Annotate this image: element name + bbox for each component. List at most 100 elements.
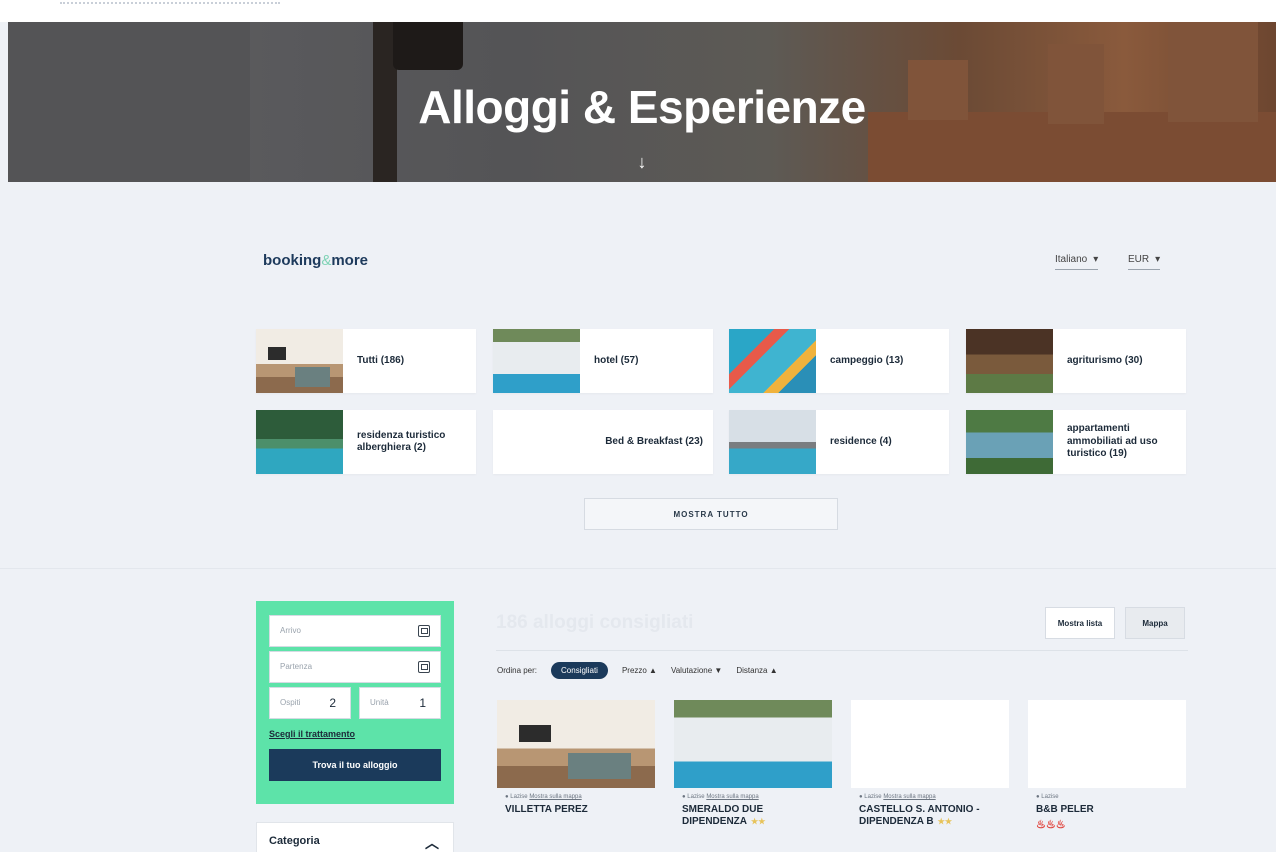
result-card-image[interactable] (851, 700, 1009, 788)
result-location-name: Lazise (864, 794, 882, 800)
choose-treatment-link[interactable]: Scegli il trattamento (269, 729, 441, 739)
hero-sign (393, 22, 463, 70)
result-card-image[interactable] (497, 700, 655, 788)
departure-placeholder: Partenza (280, 662, 313, 671)
category-label: campeggio (13) (830, 354, 904, 366)
category-tile-appartamenti[interactable]: appartamenti ammobiliati ad uso turistic… (966, 410, 1186, 474)
chevron-down-icon: ▾ (1155, 254, 1161, 265)
results-title: 186 alloggi consigliati (496, 612, 694, 633)
result-location-name: Lazise (687, 794, 705, 800)
category-label: hotel (57) (594, 354, 639, 366)
category-filter-title: Categoria (269, 835, 320, 847)
category-label: residenza turistico alberghiera (2) (357, 429, 446, 454)
show-on-map-link[interactable]: Mostra sulla mappa (883, 794, 935, 800)
map-pin-icon: ● (505, 794, 509, 800)
result-name-text: CASTELLO S. ANTONIO - DIPENDENZA B (859, 804, 980, 827)
arrival-date-field[interactable]: Arrivo (269, 615, 441, 647)
sort-option-rating[interactable]: Valutazione ▼ (671, 666, 722, 675)
category-tile-tutti[interactable]: Tutti (186) (256, 329, 476, 393)
guests-field[interactable]: Ospiti 2 (269, 687, 351, 719)
result-card[interactable]: ● Lazise B&B PELER ♨♨♨ (1028, 700, 1186, 852)
category-thumbnail (729, 410, 816, 474)
calendar-icon[interactable] (418, 625, 430, 637)
category-tile-residence[interactable]: residence (4) (729, 410, 949, 474)
category-thumbnail (966, 410, 1053, 474)
sort-label: Ordina per: (497, 666, 538, 675)
category-thumbnail (729, 329, 816, 393)
guests-value: 2 (329, 696, 336, 710)
chevron-up-icon[interactable]: ︿ (425, 833, 439, 852)
result-card[interactable]: ● Lazise Mostra sulla mappa SMERALDO DUE… (674, 700, 832, 852)
sort-option-distance[interactable]: Distanza ▲ (736, 666, 777, 675)
hero-title: Alloggi & Esperienze (418, 81, 866, 133)
category-label: Tutti (186) (357, 354, 405, 366)
currency-selector[interactable]: EUR ▾ (1128, 254, 1161, 270)
category-label: residence (4) (830, 435, 892, 447)
result-card-image[interactable] (674, 700, 832, 788)
departure-date-field[interactable]: Partenza (269, 651, 441, 683)
category-tile-hotel[interactable]: hotel (57) (493, 329, 713, 393)
sort-option-price[interactable]: Prezzo ▲ (622, 666, 657, 675)
booking-more-logo[interactable]: booking&more (263, 252, 368, 269)
result-name[interactable]: CASTELLO S. ANTONIO - DIPENDENZA B ★★ (859, 804, 1001, 828)
category-tile-residenza-turistico-alberghiera[interactable]: residenza turistico alberghiera (2) (256, 410, 476, 474)
star-rating: ★★ (751, 817, 766, 826)
map-pin-icon: ● (1036, 794, 1040, 800)
section-divider (0, 568, 1276, 569)
category-thumbnail (256, 329, 343, 393)
sun-rating-icon: ♨♨♨ (1036, 819, 1066, 831)
show-all-button[interactable]: MOSTRA TUTTO (584, 498, 838, 530)
category-label: appartamenti ammobiliati ad uso turistic… (1067, 423, 1158, 460)
show-on-map-link[interactable]: Mostra sulla mappa (529, 794, 581, 800)
result-location-name: Lazise (1041, 794, 1059, 800)
show-list-button[interactable]: Mostra lista (1045, 607, 1115, 639)
category-tile-agriturismo[interactable]: agriturismo (30) (966, 329, 1186, 393)
guests-label: Ospiti (280, 698, 301, 707)
units-field[interactable]: Unità 1 (359, 687, 441, 719)
results-header-rule (496, 650, 1188, 651)
units-label: Unità (370, 698, 389, 707)
logo-text-main: booking (263, 252, 322, 269)
result-name[interactable]: SMERALDO DUE DIPENDENZA ★★ (682, 804, 824, 828)
result-card[interactable]: ● Lazise Mostra sulla mappa VILLETTA PER… (497, 700, 655, 852)
category-label: Bed & Breakfast (23) (605, 435, 703, 447)
category-label: agriturismo (30) (1067, 354, 1143, 366)
search-panel: Arrivo Partenza Ospiti 2 Unità 1 Scegli … (256, 601, 454, 804)
browser-top-strip (0, 0, 1276, 22)
sort-bar: Ordina per: Consigliati Prezzo ▲ Valutaz… (497, 662, 778, 679)
result-name[interactable]: B&B PELER (1036, 804, 1178, 816)
star-rating: ★★ (937, 817, 952, 826)
category-thumbnail (966, 329, 1053, 393)
top-strip-text (60, 2, 280, 8)
result-location-name: Lazise (510, 794, 528, 800)
sort-option-recommended[interactable]: Consigliati (551, 662, 608, 679)
currency-value: EUR (1128, 254, 1150, 265)
hero-banner: Alloggi & Esperienze ↓ (8, 22, 1276, 182)
result-location: ● Lazise Mostra sulla mappa (505, 794, 647, 800)
result-card-image[interactable] (1028, 700, 1186, 788)
calendar-icon[interactable] (418, 661, 430, 673)
arrival-placeholder: Arrivo (280, 626, 301, 635)
result-location: ● Lazise Mostra sulla mappa (682, 794, 824, 800)
scroll-down-arrow-icon[interactable]: ↓ (8, 152, 1276, 173)
category-thumbnail (493, 329, 580, 393)
units-value: 1 (419, 696, 426, 710)
map-button[interactable]: Mappa (1125, 607, 1185, 639)
logo-text-end: more (331, 252, 369, 269)
result-location: ● Lazise (1036, 794, 1178, 800)
find-accommodation-button[interactable]: Trova il tuo alloggio (269, 749, 441, 781)
category-tile-campeggio[interactable]: campeggio (13) (729, 329, 949, 393)
language-value: Italiano (1055, 254, 1088, 265)
show-on-map-link[interactable]: Mostra sulla mappa (706, 794, 758, 800)
chevron-down-icon: ▾ (1093, 254, 1099, 265)
result-name[interactable]: VILLETTA PEREZ (505, 804, 647, 816)
language-selector[interactable]: Italiano ▾ (1055, 254, 1099, 270)
map-pin-icon: ● (682, 794, 686, 800)
category-tile-bed-and-breakfast[interactable]: Bed & Breakfast (23) (493, 410, 713, 474)
result-location: ● Lazise Mostra sulla mappa (859, 794, 1001, 800)
category-thumbnail (256, 410, 343, 474)
result-card[interactable]: ● Lazise Mostra sulla mappa CASTELLO S. … (851, 700, 1009, 852)
map-pin-icon: ● (859, 794, 863, 800)
category-filter[interactable]: Categoria ︿ (256, 822, 454, 852)
logo-ampersand: & (321, 252, 332, 269)
